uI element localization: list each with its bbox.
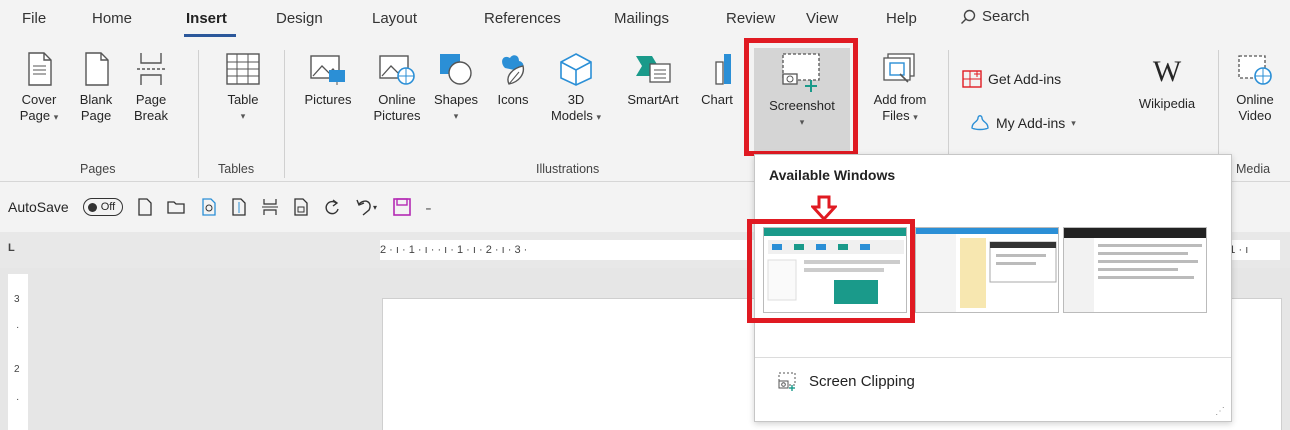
group-label-media: Media [1236, 162, 1271, 176]
tab-references[interactable]: References [484, 10, 561, 27]
group-label-tables: Tables [218, 162, 255, 176]
smartart-button[interactable]: SmartArt [620, 52, 686, 108]
page-break-icon [137, 53, 165, 85]
available-windows-heading: Available Windows [769, 167, 896, 183]
save-icon[interactable] [393, 198, 412, 216]
resize-grip-icon[interactable]: ⋰ [1215, 406, 1225, 417]
chart-button[interactable]: Chart [690, 52, 744, 108]
pictures-button[interactable]: Pictures [296, 52, 360, 108]
thumbnail-highlight-box [747, 219, 915, 323]
search-box[interactable]: Search [960, 8, 1030, 25]
blank-page-button[interactable]: Blank Page [74, 52, 118, 124]
active-tab-indicator [184, 34, 236, 37]
autosave-label: AutoSave [8, 199, 69, 215]
page-layout-icon[interactable] [231, 198, 247, 216]
table-icon [226, 53, 260, 85]
group-separator [198, 50, 199, 178]
group-separator [284, 50, 285, 178]
screen-clipping-menu-item[interactable]: Screen Clipping [777, 371, 915, 391]
pictures-icon [310, 55, 345, 85]
3d-models-button[interactable]: 3D Models ▾ [546, 52, 606, 125]
shapes-icon [440, 54, 472, 85]
page-break-button[interactable]: Page Break [126, 52, 176, 124]
customize-qat-icon[interactable]: ₌ [425, 200, 431, 214]
icons-icon [502, 55, 525, 85]
tab-mailings[interactable]: Mailings [614, 10, 669, 27]
get-addins-button[interactable]: Get Add-ins [962, 70, 1061, 88]
icons-button[interactable]: Icons [490, 52, 536, 108]
store-icon [962, 70, 982, 88]
new-document-icon[interactable] [137, 198, 153, 216]
cube-icon [560, 53, 592, 86]
red-down-arrow-icon [811, 195, 837, 221]
my-addins-button[interactable]: My Add-ins ▾ [970, 114, 1076, 132]
online-video-button[interactable]: Online Video [1226, 52, 1284, 124]
search-label: Search [982, 8, 1030, 25]
my-addins-icon [971, 115, 989, 131]
dropdown-divider [755, 357, 1231, 358]
redo-icon[interactable] [323, 198, 341, 216]
tab-view[interactable]: View [806, 10, 838, 27]
window-preview-image [1064, 228, 1206, 312]
window-preview-image [916, 228, 1058, 312]
online-video-icon [1238, 55, 1272, 85]
tab-layout[interactable]: Layout [372, 10, 417, 27]
tab-insert[interactable]: Insert [186, 10, 227, 27]
cover-page-button[interactable]: Cover Page ▾ [14, 52, 64, 125]
tab-help[interactable]: Help [886, 10, 917, 27]
search-icon [961, 9, 976, 24]
tab-review[interactable]: Review [726, 10, 775, 27]
open-folder-icon[interactable] [167, 199, 187, 215]
chart-icon [715, 54, 731, 85]
online-pictures-icon [379, 55, 415, 85]
vertical-ruler[interactable]: 3 · 2 · [8, 274, 28, 430]
smartart-icon [636, 56, 671, 83]
wikipedia-icon: W [1152, 55, 1182, 88]
tab-home[interactable]: Home [92, 10, 132, 27]
table-button[interactable]: Table ▾ [212, 52, 274, 124]
screenshot-highlight-box [744, 38, 858, 156]
wikipedia-button[interactable]: W Wikipedia [1126, 54, 1208, 112]
tab-design[interactable]: Design [276, 10, 323, 27]
print-preview-icon[interactable] [201, 198, 217, 216]
blank-page-icon [85, 52, 109, 86]
document-icon[interactable] [293, 198, 309, 216]
group-label-pages: Pages [80, 162, 116, 176]
svg-text:▾: ▾ [373, 203, 377, 212]
group-label-illustrations: Illustrations [536, 162, 600, 176]
undo-icon[interactable]: ▾ [355, 198, 379, 216]
toggle-knob [87, 202, 97, 212]
add-from-files-icon [883, 53, 915, 83]
autosave-toggle[interactable]: Off [82, 198, 124, 216]
shapes-button[interactable]: Shapes ▾ [430, 52, 482, 124]
online-pictures-button[interactable]: Online Pictures [366, 52, 428, 124]
screen-clipping-icon [778, 372, 796, 391]
tab-selector[interactable]: L [8, 242, 15, 254]
screenshot-dropdown: Available Windows Screen Clipping ⋰ [747, 154, 1232, 422]
add-from-files-button[interactable]: Add from Files ▾ [866, 52, 934, 125]
page-break-qat-icon[interactable] [261, 198, 279, 216]
ribbon-tabs: File Home Insert Design Layout Reference… [0, 0, 1290, 40]
window-thumbnail-2[interactable] [915, 227, 1059, 313]
cover-page-icon [28, 52, 52, 86]
tab-file[interactable]: File [22, 10, 46, 27]
window-thumbnail-3[interactable] [1063, 227, 1207, 313]
